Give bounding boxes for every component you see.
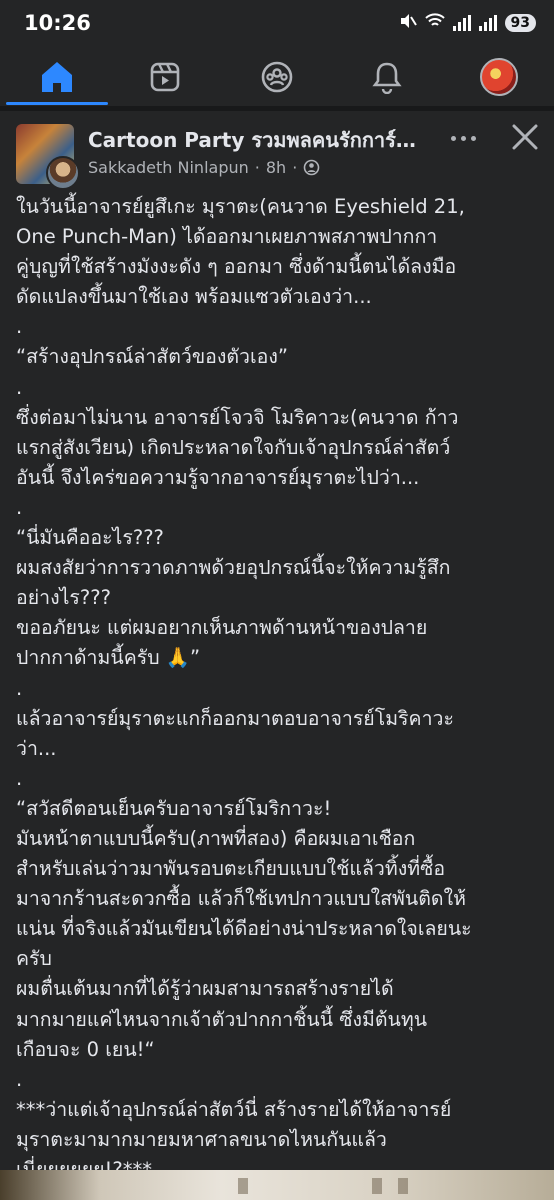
close-icon (512, 124, 538, 150)
post-text-line: “สร้างอุปกรณ์ล่าสัตว์ของตัวเอง” (16, 345, 289, 369)
group-name[interactable]: Cartoon Party รวมพลคนรักการ์ตูน (88, 124, 420, 156)
post-text-line: มุราตะมามากมายมหาศาลขนาดไหนกันแล้ว (16, 1127, 387, 1151)
signal-2-icon (478, 15, 497, 31)
post-text-line: One Punch-Man) ได้ออกมาเผยภาพสภาพปากกา (16, 225, 438, 249)
post-text-line: ว่า... (16, 736, 57, 760)
post-text-line: ผมตื่นเต้นมากที่ได้รู้ว่าผมสามารถสร้างรา… (16, 977, 394, 1001)
post-photo[interactable] (0, 1170, 554, 1200)
mute-icon (399, 12, 417, 34)
active-tab-indicator (6, 102, 108, 105)
battery-level: 93 (504, 14, 536, 32)
post-text-line: เกือบจะ 0 เยน!“ (16, 1037, 155, 1061)
notifications-tab[interactable] (362, 52, 412, 102)
post-text-line: . (16, 375, 23, 399)
post-text-line: สำหรับเล่นว่าวมาพันรอบตะเกียบแบบใช้แล้วท… (16, 857, 446, 881)
photo-detail (238, 1178, 248, 1194)
post-text-line: คู่บุญที่ใช้สร้างมังงะดัง ๆ ออกมา ซึ่งด้… (16, 255, 457, 279)
groups-icon (261, 61, 293, 93)
post-text-line: แล้วอาจารย์มุราตะแกก็ออกมาตอบอาจารย์โมริ… (16, 706, 454, 730)
post-text-line: “สวัสดีตอนเย็นครับอาจารย์โมริกาวะ! (16, 796, 332, 820)
post-text-line: . (16, 1067, 23, 1091)
post-text-line: ***ว่าแต่เจ้าอุปกรณ์ล่าสัตว์นี่ สร้างราย… (16, 1097, 452, 1121)
meta-separator: · (254, 158, 260, 177)
post-text-line: ขออภัยนะ แต่ผมอยากเห็นภาพด้านหน้าของปลาย (16, 616, 428, 640)
status-bar: 10:26 93 (0, 0, 554, 50)
signal-icon (452, 15, 471, 31)
dot-icon (450, 135, 456, 141)
post-text-line: . (16, 315, 23, 339)
post-text-line: มาจากร้านสะดวกซื้อ แล้วก็ใช้เทปกาวแบบใสพ… (16, 887, 466, 911)
reels-icon (150, 62, 180, 92)
photo-detail (398, 1178, 408, 1194)
post-text-line: ครับ (16, 947, 52, 971)
bell-icon (372, 62, 402, 94)
wifi-icon (424, 13, 445, 33)
dot-icon (470, 135, 476, 141)
post-body: ในวันนี้อาจารย์ยูสึเกะ มุราตะ(คนวาด Eyes… (16, 192, 546, 1185)
close-button[interactable] (508, 120, 542, 154)
groups-tab[interactable] (252, 52, 302, 102)
post-text-line: มากมายแค่ไหนจากเจ้าตัวปากกาชิ้นนี้ ซึ่งม… (16, 1007, 428, 1031)
post-text-line: แน่น ที่จริงแล้วมันเขียนได้ดีอย่างน่าประ… (16, 917, 472, 941)
audience-icon (303, 159, 320, 176)
more-options-button[interactable] (446, 130, 480, 146)
photo-detail (372, 1178, 382, 1194)
meta-separator-2: · (292, 158, 298, 177)
profile-avatar (480, 58, 518, 96)
profile-tab[interactable] (474, 52, 524, 102)
post-text-line: อย่างไร??? (16, 586, 111, 610)
post-text-line: ดัดแปลงขึ้นมาใช้เอง พร้อมแซวตัวเองว่า... (16, 285, 372, 309)
post-text-line: แรกสู่สังเวียน) เกิดประหลาดใจกับเจ้าอุปก… (16, 435, 451, 459)
post-text-line: ผมสงสัยว่าการวาดภาพด้วยอุปกรณ์นี้จะให้คว… (16, 556, 451, 580)
post-time[interactable]: 8h (266, 158, 286, 177)
post-text-line: ในวันนี้อาจารย์ยูสึเกะ มุราตะ(คนวาด Eyes… (16, 195, 465, 218)
status-time: 10:26 (24, 11, 91, 35)
status-icons: 93 (399, 12, 536, 34)
post-text-line: ปากกาด้ามนี้ครับ 🙏” (16, 646, 201, 670)
post-text-line: . (16, 766, 23, 790)
top-nav (0, 52, 554, 105)
dot-icon (460, 135, 466, 141)
post-text-line: อันนี้ จึงไคร่ขอความรู้จากอาจารย์มุราตะไ… (16, 465, 420, 489)
author-avatar[interactable] (46, 156, 80, 190)
reels-tab[interactable] (140, 52, 190, 102)
post-text-line: “นี่มันคืออะไร??? (16, 526, 164, 550)
nav-divider (0, 106, 554, 111)
post-text-line: ซึ่งต่อมาไม่นาน อาจารย์โจวจิ โมริคาวะ(คน… (16, 405, 459, 429)
post-text-line: มันหน้าตาแบบนี้ครับ(ภาพที่สอง) คือผมเอาเ… (16, 826, 416, 850)
author-name[interactable]: Sakkadeth Ninlapun (88, 158, 249, 177)
home-tab[interactable] (32, 52, 82, 102)
post-meta: Sakkadeth Ninlapun · 8h · (88, 158, 320, 177)
post-text-line: . (16, 495, 23, 519)
home-icon (42, 62, 72, 92)
post-text-line: . (16, 676, 23, 700)
